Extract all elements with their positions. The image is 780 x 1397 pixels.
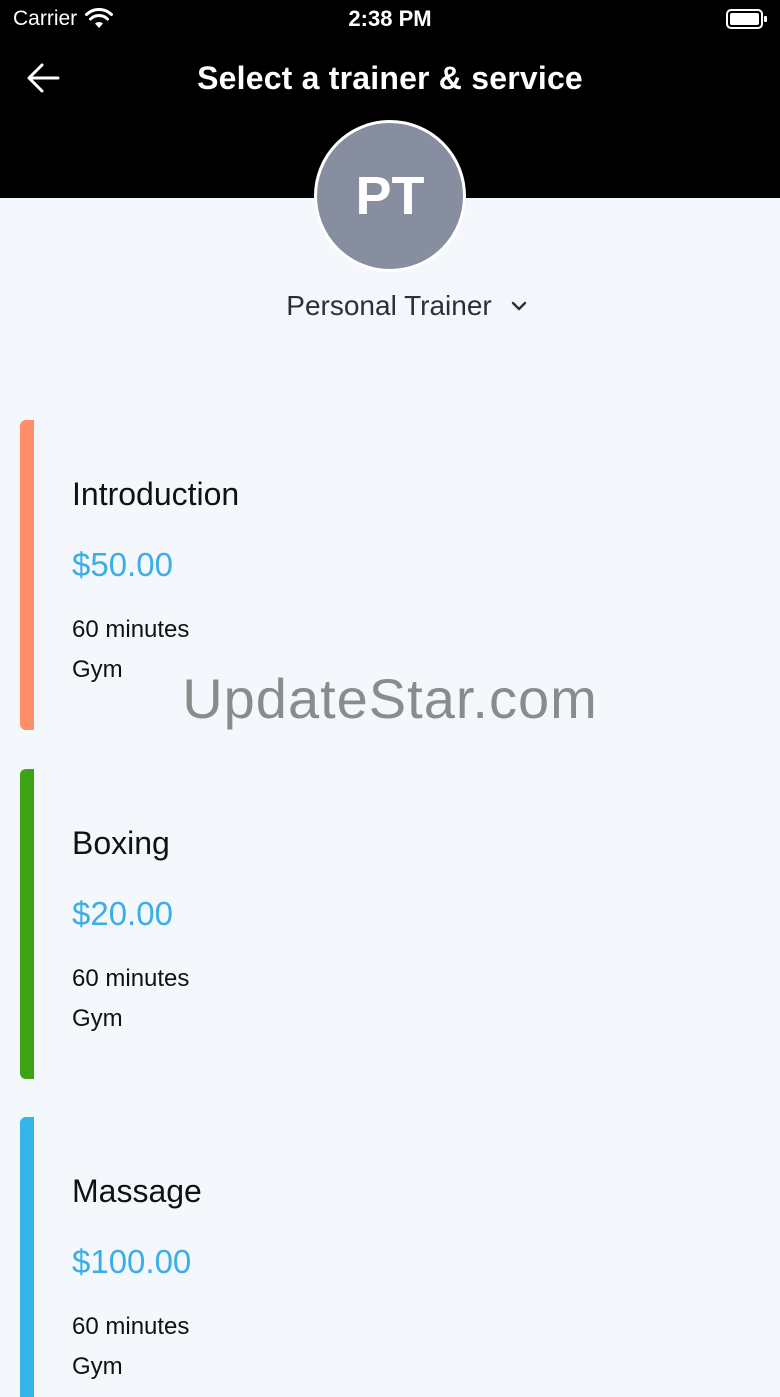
service-card-boxing[interactable]: Boxing $20.00 60 minutes Gym bbox=[20, 769, 780, 1079]
service-price: $50.00 bbox=[72, 546, 173, 583]
service-color-bar bbox=[20, 1117, 34, 1397]
watermark: UpdateStar.com bbox=[182, 667, 598, 730]
service-price: $20.00 bbox=[72, 895, 173, 932]
navigation-bar: Select a trainer & service bbox=[0, 52, 780, 108]
service-location: Gym bbox=[72, 1005, 123, 1032]
service-name: Boxing bbox=[72, 825, 170, 861]
service-name: Massage bbox=[72, 1173, 202, 1209]
status-time: 2:38 PM bbox=[348, 6, 432, 31]
trainer-avatar[interactable]: PT bbox=[314, 120, 466, 272]
trainer-name: Personal Trainer bbox=[286, 290, 492, 321]
page-title: Select a trainer & service bbox=[197, 60, 583, 96]
service-duration: 60 minutes bbox=[72, 616, 190, 643]
service-color-bar bbox=[20, 769, 34, 1079]
service-price: $100.00 bbox=[72, 1243, 192, 1280]
service-card-massage[interactable]: Massage $100.00 60 minutes Gym bbox=[20, 1117, 780, 1397]
service-name: Introduction bbox=[72, 476, 240, 512]
service-location: Gym bbox=[72, 1353, 123, 1380]
status-bar: Carrier 2:38 PM bbox=[0, 0, 780, 40]
chevron-down-icon bbox=[511, 301, 526, 311]
battery-icon bbox=[726, 9, 767, 29]
service-duration: 60 minutes bbox=[72, 1313, 190, 1340]
service-duration: 60 minutes bbox=[72, 965, 190, 992]
trainer-dropdown[interactable]: Personal Trainer bbox=[0, 290, 780, 322]
